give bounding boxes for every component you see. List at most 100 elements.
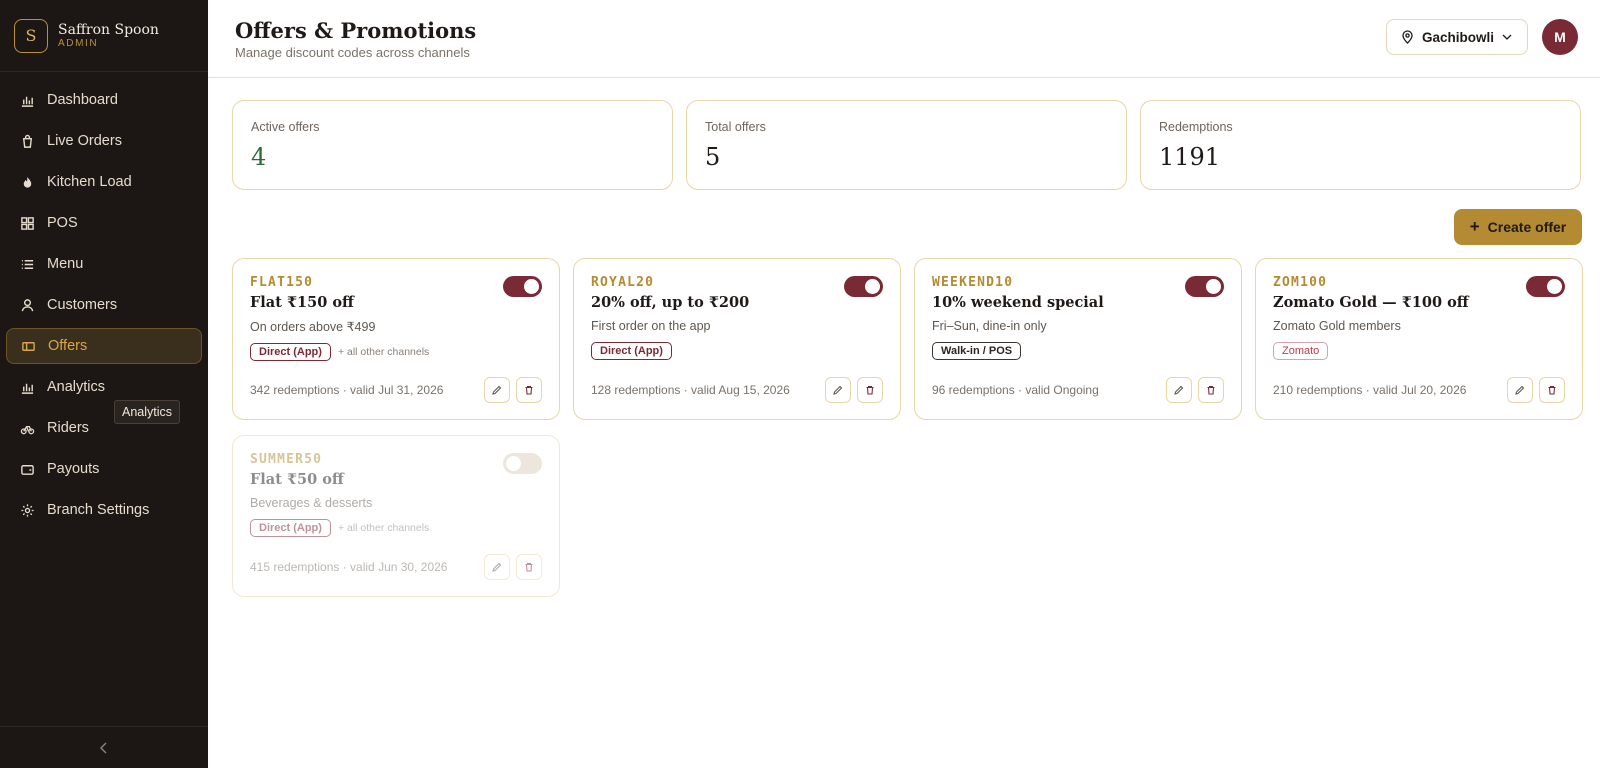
offer-description: Fri–Sun, dine-in only	[932, 319, 1047, 333]
channel-chip: Direct (App)	[250, 343, 331, 361]
offer-channels: Direct (App) + all other channels	[250, 519, 542, 537]
edit-offer-button[interactable]	[825, 377, 851, 403]
offer-meta: 342 redemptions · valid Jul 31, 2026	[250, 383, 444, 397]
delete-offer-button[interactable]	[1539, 377, 1565, 403]
page-subtitle: Manage discount codes across channels	[235, 45, 470, 60]
list-icon	[21, 259, 34, 269]
branch-selector[interactable]: Gachibowli	[1386, 19, 1528, 55]
offer-active-toggle[interactable]	[503, 276, 542, 297]
offer-title: Flat ₹50 off	[250, 471, 344, 488]
stat-total-offers: Total offers 5	[686, 100, 1127, 190]
sidebar-item-branch-settings[interactable]: Branch Settings	[6, 492, 202, 528]
channel-chip: Direct (App)	[250, 519, 331, 537]
channel-chip: Direct (App)	[591, 342, 672, 360]
bike-icon	[20, 425, 35, 434]
offer-active-toggle[interactable]	[844, 276, 883, 297]
create-offer-label: Create offer	[1487, 219, 1567, 235]
sidebar-item-label: Offers	[48, 338, 88, 354]
trash-icon	[525, 562, 533, 572]
sidebar-item-menu[interactable]: Menu	[6, 246, 202, 282]
brand-text: Saffron Spoon ADMIN	[58, 22, 159, 50]
brand[interactable]: S Saffron Spoon ADMIN	[0, 0, 208, 72]
bar-chart-icon	[21, 383, 34, 394]
channel-extra: + all other channels	[337, 346, 430, 358]
offer-active-toggle[interactable]	[1185, 276, 1224, 297]
brand-logo: S	[14, 18, 48, 53]
page-header: Offers & Promotions Manage discount code…	[208, 0, 1600, 78]
collapse-sidebar-button[interactable]	[0, 726, 208, 768]
offer-description: Beverages & desserts	[250, 496, 373, 510]
sidebar-item-label: Menu	[47, 256, 84, 272]
sidebar-item-offers[interactable]: Offers	[6, 328, 202, 364]
sidebar-item-customers[interactable]: Customers	[6, 287, 202, 323]
brand-sub: ADMIN	[58, 37, 99, 49]
offer-channels: Walk-in / POS	[932, 342, 1224, 360]
bar-chart-icon	[21, 96, 34, 107]
sidebar-item-label: Analytics	[47, 379, 106, 395]
edit-offer-button[interactable]	[1507, 377, 1533, 403]
location-pin-icon	[1402, 30, 1413, 44]
offer-code: FLAT150	[250, 275, 314, 290]
ticket-icon	[22, 341, 35, 351]
pencil-icon	[492, 385, 502, 395]
offer-card-weekend10[interactable]: WEEKEND10 10% weekend special Fri–Sun, d…	[914, 258, 1242, 420]
offer-code: ZOM100	[1273, 275, 1328, 290]
stat-label: Active offers	[251, 120, 320, 134]
offer-channels: Zomato	[1273, 342, 1565, 360]
sidebar-nav: Dashboard Live Orders Kitchen Load POS M…	[0, 72, 208, 528]
offer-code: ROYAL20	[591, 275, 655, 290]
edit-offer-button[interactable]	[484, 377, 510, 403]
sidebar-item-live-orders[interactable]: Live Orders	[6, 123, 202, 159]
sidebar-item-dashboard[interactable]: Dashboard	[6, 82, 202, 118]
channel-chip: Zomato	[1273, 342, 1329, 360]
page-title: Offers & Promotions	[235, 18, 477, 43]
offer-title: 20% off, up to ₹200	[591, 294, 750, 311]
offer-channels: Direct (App) + all other channels	[250, 343, 542, 361]
delete-offer-button[interactable]	[857, 377, 883, 403]
stat-label: Redemptions	[1159, 120, 1233, 134]
offer-meta: 415 redemptions · valid Jun 30, 2026	[250, 560, 448, 574]
offer-card-summer50[interactable]: SUMMER50 Flat ₹50 off Beverages & desser…	[232, 435, 560, 597]
sidebar-item-pos[interactable]: POS	[6, 205, 202, 241]
stat-value: 4	[251, 143, 267, 171]
avatar[interactable]: M	[1542, 19, 1578, 55]
offer-meta: 96 redemptions · valid Ongoing	[932, 383, 1099, 397]
delete-offer-button[interactable]	[1198, 377, 1224, 403]
sidebar-item-label: Live Orders	[47, 133, 122, 149]
user-icon	[21, 298, 34, 311]
sidebar-item-label: Riders	[47, 420, 89, 436]
offer-title: Flat ₹150 off	[250, 294, 354, 311]
sidebar-item-label: Customers	[47, 297, 118, 313]
sidebar-item-label: POS	[47, 215, 78, 231]
offer-card-flat150[interactable]: FLAT150 Flat ₹150 off On orders above ₹4…	[232, 258, 560, 420]
offer-channels: Direct (App)	[591, 342, 883, 360]
trash-icon	[1548, 385, 1556, 395]
create-offer-button[interactable]: + Create offer	[1454, 209, 1582, 245]
sidebar-item-label: Branch Settings	[47, 502, 150, 518]
sidebar-item-label: Payouts	[47, 461, 100, 477]
chevron-down-icon	[1502, 34, 1512, 40]
offer-meta: 128 redemptions · valid Aug 15, 2026	[591, 383, 790, 397]
sidebar-item-payouts[interactable]: Payouts	[6, 451, 202, 487]
sidebar-item-kitchen-load[interactable]: Kitchen Load	[6, 164, 202, 200]
offer-meta: 210 redemptions · valid Jul 20, 2026	[1273, 383, 1467, 397]
offer-title: 10% weekend special	[932, 294, 1104, 311]
plus-icon: +	[1469, 217, 1480, 236]
stat-redemptions: Redemptions 1191	[1140, 100, 1581, 190]
offer-card-zom100[interactable]: ZOM100 Zomato Gold — ₹100 off Zomato Gol…	[1255, 258, 1583, 420]
stat-active-offers: Active offers 4	[232, 100, 673, 190]
delete-offer-button[interactable]	[516, 554, 542, 580]
offer-active-toggle[interactable]	[1526, 276, 1565, 297]
edit-offer-button[interactable]	[484, 554, 510, 580]
offer-code: SUMMER50	[250, 452, 323, 467]
delete-offer-button[interactable]	[516, 377, 542, 403]
offer-active-toggle[interactable]	[503, 453, 542, 474]
edit-offer-button[interactable]	[1166, 377, 1192, 403]
sidebar-item-label: Kitchen Load	[47, 174, 132, 190]
shopping-bag-icon	[22, 134, 33, 148]
offer-card-royal20[interactable]: ROYAL20 20% off, up to ₹200 First order …	[573, 258, 901, 420]
offer-description: Zomato Gold members	[1273, 319, 1401, 333]
channel-extra: + all other channels	[337, 522, 430, 534]
offer-description: First order on the app	[591, 319, 711, 333]
branch-name: Gachibowli	[1422, 29, 1495, 45]
